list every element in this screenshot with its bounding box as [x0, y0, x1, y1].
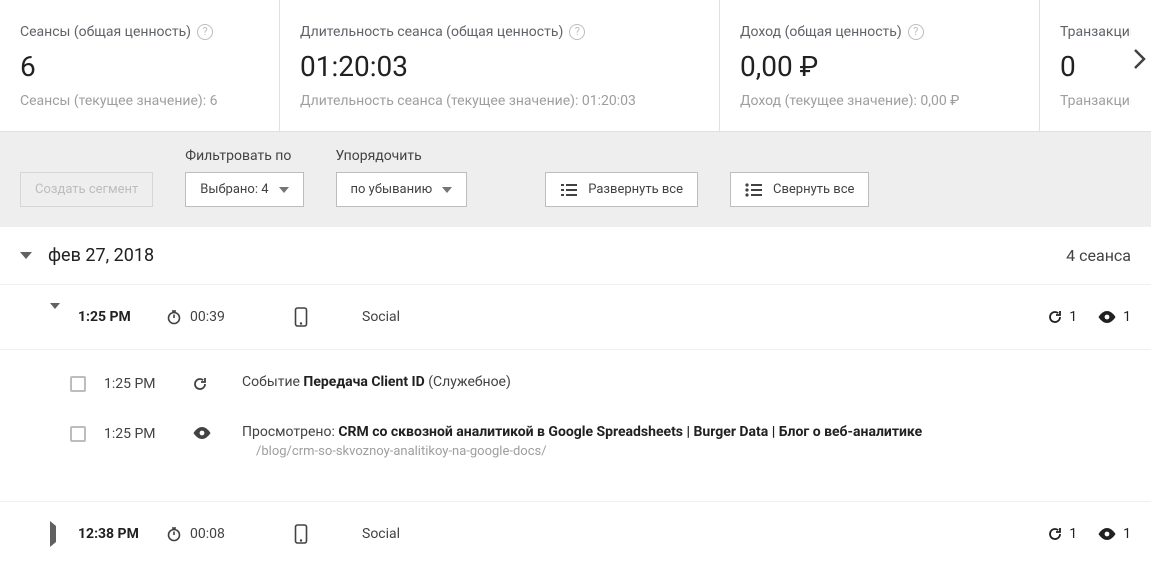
collapse-all-label: Свернуть все — [773, 182, 854, 197]
session-count: 4 сеанса — [170, 246, 1131, 265]
card-title: Сеансы (общая ценность) — [20, 24, 191, 40]
session-duration: 00:08 — [190, 526, 225, 542]
session-source: Social — [362, 526, 400, 542]
card-duration[interactable]: Длительность сеанса (общая ценность) ? 0… — [280, 0, 720, 131]
refresh-icon — [192, 374, 224, 392]
pageview-count: 1 — [1123, 309, 1131, 325]
expand-all-label: Развернуть все — [588, 182, 683, 197]
filter-label: Фильтровать по — [185, 148, 303, 164]
card-title: Транзакции — [1060, 24, 1131, 40]
eye-icon — [1097, 527, 1117, 541]
card-sessions[interactable]: Сеансы (общая ценность) ? 6 Сеансы (теку… — [0, 0, 280, 131]
hit-text: Просмотрено: CRM со сквозной аналитикой … — [242, 424, 1131, 440]
expand-icon — [560, 183, 578, 197]
card-title: Доход (общая ценность) — [740, 24, 902, 40]
stopwatch-icon — [166, 309, 182, 325]
help-icon[interactable]: ? — [569, 24, 585, 40]
chevron-right-icon — [50, 526, 60, 542]
session-source: Social — [362, 309, 400, 325]
filter-value: Выбрано: 4 — [200, 182, 268, 197]
event-count: 1 — [1069, 526, 1077, 542]
session-time: 1:25 PM — [78, 309, 148, 325]
filter-group: Фильтровать по Выбрано: 4 — [185, 148, 303, 207]
hit-row: 1:25 PM Просмотрено: CRM со сквозной ана… — [70, 408, 1131, 475]
event-count: 1 — [1069, 309, 1077, 325]
help-icon[interactable]: ? — [908, 24, 924, 40]
help-icon[interactable]: ? — [197, 24, 213, 40]
chevron-down-icon — [279, 187, 289, 193]
control-bar: Создать сегмент Фильтровать по Выбрано: … — [0, 132, 1151, 227]
expand-all-button[interactable]: Развернуть все — [545, 172, 698, 207]
order-value: по убыванию — [351, 182, 433, 197]
mobile-icon — [294, 307, 344, 327]
refresh-icon — [1047, 309, 1063, 325]
scroll-right-button[interactable] — [1131, 48, 1147, 70]
card-subtext: Доход (текущее значение): 0,00 ₽ — [740, 93, 1019, 109]
hit-text: Событие Передача Client ID (Служебное) — [242, 374, 511, 390]
card-subtext: Транзакции — [1060, 93, 1131, 109]
create-segment-button: Создать сегмент — [20, 172, 153, 207]
stopwatch-icon — [166, 526, 182, 542]
order-dropdown[interactable]: по убыванию — [336, 172, 468, 207]
chevron-down-icon — [442, 187, 452, 193]
card-value: 0,00 ₽ — [740, 50, 1019, 83]
session-row[interactable]: 12:38 PM 00:08 Social 1 1 — [0, 502, 1151, 566]
hit-time: 1:25 PM — [104, 374, 174, 392]
eye-icon — [1097, 310, 1117, 324]
collapse-icon — [745, 183, 763, 197]
card-title: Длительность сеанса (общая ценность) — [300, 24, 563, 40]
metric-cards: Сеансы (общая ценность) ? 6 Сеансы (теку… — [0, 0, 1151, 132]
session-hits: 1:25 PM Событие Передача Client ID (Служ… — [0, 350, 1151, 502]
session-time: 12:38 PM — [78, 526, 148, 542]
mobile-icon — [294, 524, 344, 544]
card-subtext: Сеансы (текущее значение): 6 — [20, 93, 259, 109]
hit-row: 1:25 PM Событие Передача Client ID (Служ… — [70, 358, 1131, 408]
filter-dropdown[interactable]: Выбрано: 4 — [185, 172, 303, 207]
order-label: Упорядочить — [336, 148, 468, 164]
card-value: 6 — [20, 50, 259, 83]
collapse-all-button[interactable]: Свернуть все — [730, 172, 869, 207]
card-transactions[interactable]: Транзакции 0 Транзакции — [1040, 0, 1151, 131]
chevron-down-icon — [20, 252, 32, 259]
order-group: Упорядочить по убыванию — [336, 148, 468, 207]
chevron-down-icon — [50, 309, 60, 325]
card-subtext: Длительность сеанса (текущее значение): … — [300, 93, 699, 109]
card-revenue[interactable]: Доход (общая ценность) ? 0,00 ₽ Доход (т… — [720, 0, 1040, 131]
hit-path: /blog/crm-so-skvoznoy-analitikoy-na-goog… — [256, 444, 1131, 459]
session-duration: 00:39 — [190, 309, 225, 325]
pageview-count: 1 — [1123, 526, 1131, 542]
date-header[interactable]: фев 27, 2018 4 сеанса — [0, 227, 1151, 285]
hit-time: 1:25 PM — [104, 424, 174, 442]
refresh-icon — [1047, 526, 1063, 542]
card-value: 01:20:03 — [300, 50, 699, 83]
hit-checkbox[interactable] — [70, 376, 86, 392]
date-label: фев 27, 2018 — [48, 245, 154, 266]
card-value: 0 — [1060, 50, 1131, 83]
hit-checkbox[interactable] — [70, 426, 86, 442]
create-segment-label: Создать сегмент — [35, 182, 138, 197]
session-row[interactable]: 1:25 PM 00:39 Social 1 1 — [0, 285, 1151, 350]
eye-icon — [192, 424, 224, 440]
